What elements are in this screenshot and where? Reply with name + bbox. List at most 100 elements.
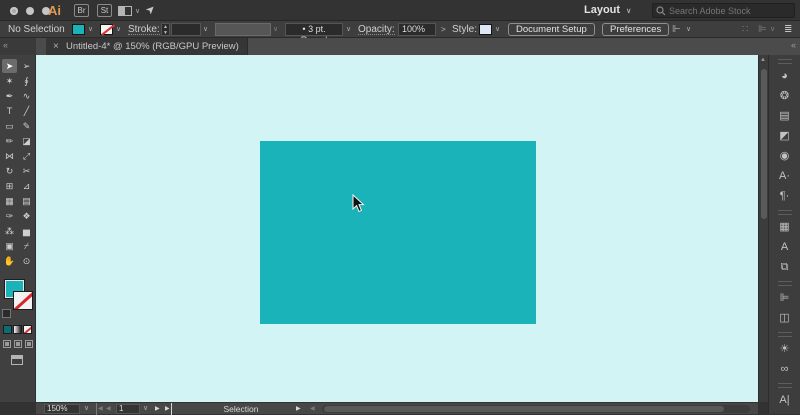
opacity-link[interactable]: Opacity: — [358, 22, 395, 35]
grid-dots-icon[interactable]: ∷ — [742, 21, 748, 38]
stock-button[interactable]: St — [97, 4, 112, 17]
opacity-expand-icon[interactable]: > — [441, 21, 446, 38]
first-artboard-icon[interactable]: ◀ — [96, 403, 103, 415]
links-panel-icon[interactable]: ∞ — [774, 359, 796, 379]
color-guide-panel-icon[interactable]: ❂ — [774, 86, 796, 106]
eyedropper-tool[interactable]: ✑ — [2, 209, 17, 223]
zoom-tool[interactable]: ⊙ — [19, 254, 34, 268]
paragraph-panel-icon[interactable]: ¶ — [774, 410, 796, 414]
dock-drag-handle[interactable] — [777, 59, 792, 64]
fill-chevron-icon[interactable]: ∨ — [88, 21, 93, 38]
artboard-chevron-icon[interactable]: ∨ — [143, 403, 148, 415]
pathfinder-panel-icon[interactable]: ◫ — [774, 308, 796, 328]
control-menu-icon[interactable]: ≣ — [784, 21, 792, 38]
align-chevron-icon[interactable]: ∨ — [770, 21, 775, 38]
draw-inside-button[interactable] — [25, 340, 33, 348]
type-tool[interactable]: T — [2, 104, 17, 118]
artboard-tool[interactable]: ▣ — [2, 239, 17, 253]
stroke-weight-chevron-icon[interactable]: ∨ — [203, 21, 208, 38]
panel-widget-chevron-icon[interactable]: ∨ — [686, 21, 691, 38]
dock-drag-handle[interactable] — [777, 383, 792, 388]
stroke-weight-field[interactable] — [171, 23, 201, 36]
drawn-rectangle[interactable] — [260, 141, 536, 324]
graphic-styles-panel-icon[interactable]: A — [774, 237, 796, 257]
curvature-tool[interactable]: ∿ — [19, 89, 34, 103]
window-close-button[interactable] — [10, 7, 18, 15]
dock-collapse-icon[interactable]: « — [791, 40, 796, 50]
eraser-tool[interactable]: ◪ — [19, 134, 34, 148]
step-down-icon[interactable]: ▼ — [163, 30, 168, 36]
paragraph-styles-panel-icon[interactable]: ¶· — [774, 186, 796, 206]
export-panel-icon[interactable]: ⧉ — [774, 257, 796, 277]
workspace-switcher[interactable]: Layout ∨ — [584, 4, 631, 16]
line-segment-tool[interactable]: ╱ — [19, 104, 34, 118]
stroke-chevron-icon[interactable]: ∨ — [116, 21, 121, 38]
align-panel-icon[interactable]: ⊫ — [774, 288, 796, 308]
document-tab[interactable]: × Untitled-4* @ 150% (RGB/GPU Preview) — [46, 38, 248, 55]
tab-close-icon[interactable]: × — [53, 38, 59, 55]
search-input[interactable] — [669, 4, 793, 17]
fill-color-swatch[interactable] — [72, 24, 85, 35]
screen-mode-button[interactable] — [11, 355, 23, 365]
artboard-number-field[interactable]: 1 — [116, 404, 140, 414]
dock-drag-handle[interactable] — [777, 210, 792, 215]
toolbar-collapse-icon[interactable]: « — [3, 40, 8, 50]
gradient-tool[interactable]: ▤ — [19, 194, 34, 208]
transparency-panel-icon[interactable]: ◩ — [774, 126, 796, 146]
document-setup-button[interactable]: Document Setup — [508, 23, 595, 36]
chevron-down-icon[interactable]: ∨ — [135, 7, 140, 15]
draw-normal-button[interactable] — [3, 340, 11, 348]
vertical-scroll-thumb[interactable] — [761, 69, 767, 219]
last-artboard-icon[interactable]: ▶ — [165, 403, 172, 415]
perspective-grid-tool[interactable]: ⊿ — [19, 179, 34, 193]
zoom-level-field[interactable]: 150% — [44, 404, 80, 414]
direct-selection-tool[interactable]: ➢ — [19, 59, 34, 73]
opacity-field[interactable]: 100% — [398, 23, 436, 36]
window-minimize-button[interactable] — [26, 7, 34, 15]
draw-behind-button[interactable] — [14, 340, 22, 348]
style-swatch[interactable] — [479, 24, 492, 35]
status-menu-icon[interactable]: ▶ — [296, 403, 301, 415]
scroll-up-icon[interactable]: ▲ — [760, 57, 766, 63]
pen-tool[interactable]: ✒ — [2, 89, 17, 103]
column-graph-tool[interactable]: ▅ — [19, 224, 34, 238]
brush-definition-field[interactable]: • 3 pt. Round — [285, 23, 343, 45]
paintbrush-tool[interactable]: ✎ — [19, 119, 34, 133]
hand-tool[interactable]: ✋ — [2, 254, 17, 268]
symbol-sprayer-tool[interactable]: ⁂ — [2, 224, 17, 238]
character-panel-icon[interactable]: A| — [774, 390, 796, 410]
panel-widget-icon[interactable]: ⊩ — [672, 21, 681, 38]
dock-drag-handle[interactable] — [777, 332, 792, 337]
preferences-button[interactable]: Preferences — [602, 23, 670, 36]
magic-wand-tool[interactable]: ✶ — [2, 74, 17, 88]
canvas[interactable] — [36, 55, 758, 402]
asset-export-panel-icon[interactable]: ☀ — [774, 339, 796, 359]
style-chevron-icon[interactable]: ∨ — [495, 21, 500, 38]
default-fill-stroke-icon[interactable] — [2, 309, 11, 318]
stroke-weight-stepper[interactable]: ▲ ▼ — [161, 23, 170, 36]
align-glyphs-icon[interactable]: ⊫ — [758, 21, 767, 38]
pencil-tool[interactable]: ✏ — [2, 134, 17, 148]
free-transform-tool[interactable]: ⤢ — [19, 149, 34, 163]
bridge-button[interactable]: Br — [74, 4, 89, 17]
shape-builder-tool[interactable]: ⊞ — [2, 179, 17, 193]
mesh-tool[interactable]: ▦ — [2, 194, 17, 208]
scissors-tool[interactable]: ✂ — [19, 164, 34, 178]
scroll-left-icon[interactable]: ◀ — [310, 403, 315, 415]
appearance-panel-icon[interactable]: ▦ — [774, 217, 796, 237]
color-panel-icon[interactable]: ◕ — [774, 66, 796, 86]
brush-chevron-icon[interactable]: ∨ — [346, 21, 351, 38]
adobe-color-themes-panel-icon[interactable]: ◉ — [774, 146, 796, 166]
character-styles-panel-icon[interactable]: A· — [774, 166, 796, 186]
rotate-tool[interactable]: ↻ — [2, 164, 17, 178]
horizontal-scroll-thumb[interactable] — [324, 406, 724, 412]
blend-tool[interactable]: ❖ — [19, 209, 34, 223]
next-artboard-icon[interactable]: ▶ — [155, 403, 160, 415]
color-mode-button[interactable] — [3, 325, 12, 334]
slice-tool[interactable]: ⌿ — [19, 239, 34, 253]
gpu-performance-icon[interactable]: ➤ — [143, 2, 158, 17]
stroke-color-swatch[interactable] — [100, 24, 113, 35]
width-tool[interactable]: ⋈ — [2, 149, 17, 163]
gradient-panel-panel-icon[interactable]: ▤ — [774, 106, 796, 126]
zoom-chevron-icon[interactable]: ∨ — [84, 403, 89, 415]
